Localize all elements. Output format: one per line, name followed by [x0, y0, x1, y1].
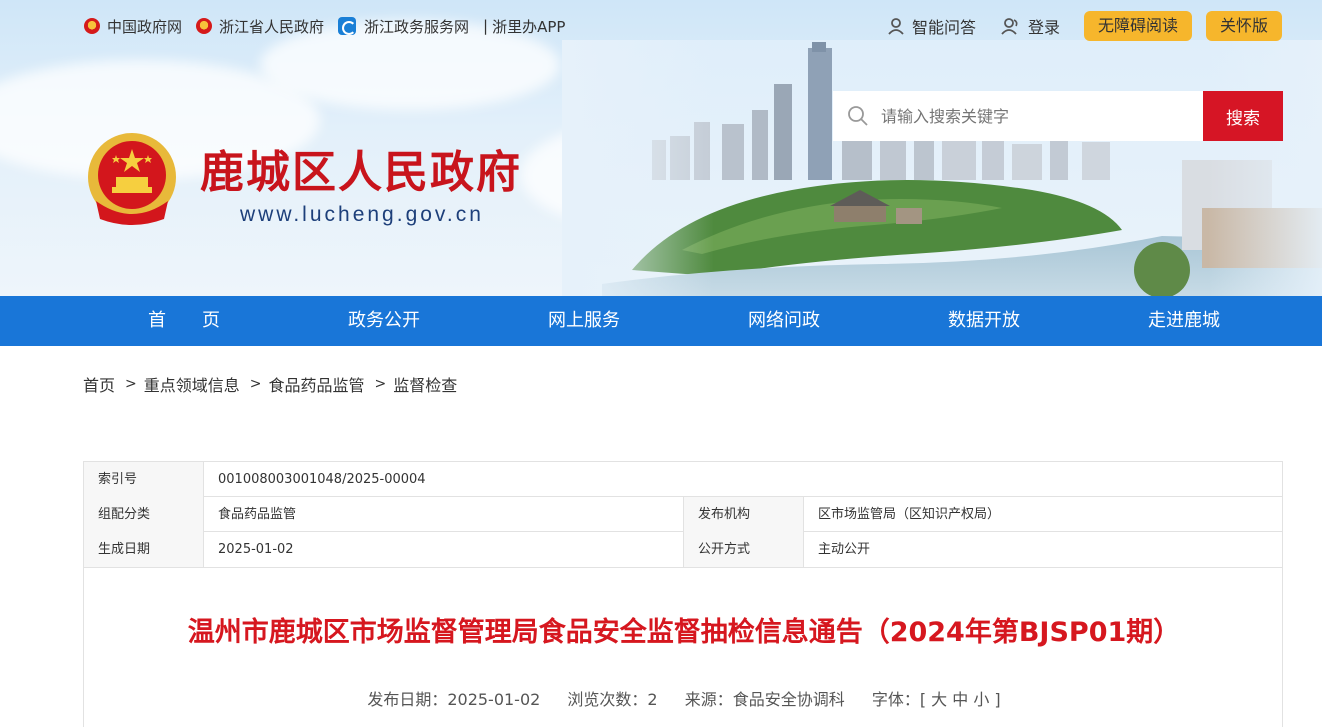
link-label: 浙江省人民政府 [219, 17, 325, 36]
search-bar: 搜索 [833, 91, 1283, 141]
site-logo[interactable]: 鹿城区人民政府 www.lucheng.gov.cn [86, 131, 522, 229]
site-title-block: 鹿城区人民政府 www.lucheng.gov.cn [200, 147, 522, 227]
city-skyline-image [562, 40, 1322, 296]
category-label: 组配分类 [84, 497, 204, 532]
link-label: 中国政府网 [107, 17, 183, 36]
nav-item-about-lucheng[interactable]: 走进鹿城 [1084, 296, 1284, 346]
breadcrumb-key-areas[interactable]: 重点领域信息 [144, 372, 240, 396]
link-label: 浙江政务服务网 [364, 17, 470, 36]
search-icon [848, 106, 868, 126]
national-emblem-icon [196, 18, 213, 34]
users-icon [1001, 18, 1018, 35]
breadcrumb-food-drug[interactable]: 食品药品监管 [269, 372, 365, 396]
article-source: 来源：食品安全协调科 [684, 690, 845, 709]
link-zj-service[interactable]: 浙江政务服务网 [338, 16, 469, 37]
nav-item-online-inquiry[interactable]: 网络问政 [684, 296, 884, 346]
search-button[interactable]: 搜索 [1203, 91, 1283, 141]
link-separator: | [483, 17, 489, 35]
article-meta: 发布日期：2025-01-02 浏览次数：2 来源：食品安全协调科 字体：[ 大… [84, 686, 1284, 710]
breadcrumb-home[interactable]: 首页 [83, 372, 115, 396]
info-row: 组配分类 食品药品监管 发布机构 区市场监管局（区知识产权局） [84, 497, 1282, 532]
link-label: 浙里办APP [492, 17, 566, 36]
link-zlb-app[interactable]: 浙里办APP [492, 16, 565, 37]
site-title: 鹿城区人民政府 [200, 147, 522, 198]
breadcrumb-separator: > [125, 376, 137, 392]
top-links: 中国政府网 浙江省人民政府 浙江政务服务网 | 浙里办APP [84, 15, 579, 37]
search-input[interactable] [881, 106, 1181, 126]
index-value: 001008003001048/2025-00004 [218, 472, 426, 487]
national-emblem-icon [84, 18, 100, 34]
zj-service-icon [338, 17, 357, 35]
article-title: 温州市鹿城区市场监督管理局食品安全监督抽检信息通告（2024年第BJSP01期） [187, 617, 1181, 648]
info-row: 索引号 001008003001048/2025-00004 [84, 462, 1282, 497]
site-header: 中国政府网 浙江省人民政府 浙江政务服务网 | 浙里办APP 智能问答 登录 无… [0, 0, 1322, 296]
smart-qa-link[interactable]: 智能问答 [886, 14, 976, 38]
link-china-gov[interactable]: 中国政府网 [84, 16, 182, 37]
document-info-table: 索引号 001008003001048/2025-00004 组配分类 食品药品… [83, 461, 1283, 568]
nav-item-home[interactable]: 首 页 [84, 296, 284, 346]
accessible-reading-button[interactable]: 无障碍阅读 [1083, 11, 1192, 41]
breadcrumb-inspection[interactable]: 监督检查 [393, 372, 457, 396]
breadcrumb-separator: > [249, 376, 262, 392]
view-count: 浏览次数：2 [567, 690, 658, 709]
publish-date: 发布日期：2025-01-02 [367, 690, 541, 709]
login-link[interactable]: 登录 [1000, 14, 1060, 38]
info-row: 生成日期 2025-01-02 公开方式 主动公开 [84, 532, 1282, 567]
category-value: 食品药品监管 [204, 497, 684, 532]
publisher-label: 发布机构 [684, 497, 804, 532]
care-mode-button[interactable]: 关怀版 [1205, 11, 1282, 41]
breadcrumb: 首页 > 重点领域信息 > 食品药品监管 > 监督检查 [83, 372, 457, 396]
nav-item-open-data[interactable]: 数据开放 [884, 296, 1084, 346]
disclosure-mode-label: 公开方式 [684, 532, 804, 567]
top-right-tools: 智能问答 登录 无障碍阅读 关怀版 [886, 11, 1282, 41]
date-label: 生成日期 [84, 532, 204, 567]
font-size-switcher[interactable]: 字体：[ 大 中 小 ] [872, 690, 1001, 709]
main-nav: 首 页 政务公开 网上服务 网络问政 数据开放 走进鹿城 [0, 296, 1322, 346]
nav-item-online-service[interactable]: 网上服务 [484, 296, 684, 346]
publisher-value: 区市场监管局（区知识产权局） [818, 507, 1001, 522]
national-emblem-icon [88, 133, 176, 225]
date-value: 2025-01-02 [204, 532, 684, 567]
nav-item-gov-affairs[interactable]: 政务公开 [284, 296, 484, 346]
index-label: 索引号 [84, 462, 204, 497]
disclosure-mode-value: 主动公开 [818, 542, 871, 557]
site-url: www.lucheng.gov.cn [240, 203, 484, 226]
article-panel: 温州市鹿城区市场监督管理局食品安全监督抽检信息通告（2024年第BJSP01期）… [83, 567, 1283, 727]
search-box [833, 91, 1203, 141]
link-zhejiang-gov[interactable]: 浙江省人民政府 [196, 16, 324, 37]
login-label: 登录 [1027, 18, 1060, 37]
smart-qa-label: 智能问答 [911, 18, 976, 37]
breadcrumb-separator: > [374, 376, 387, 392]
user-icon [888, 18, 904, 35]
